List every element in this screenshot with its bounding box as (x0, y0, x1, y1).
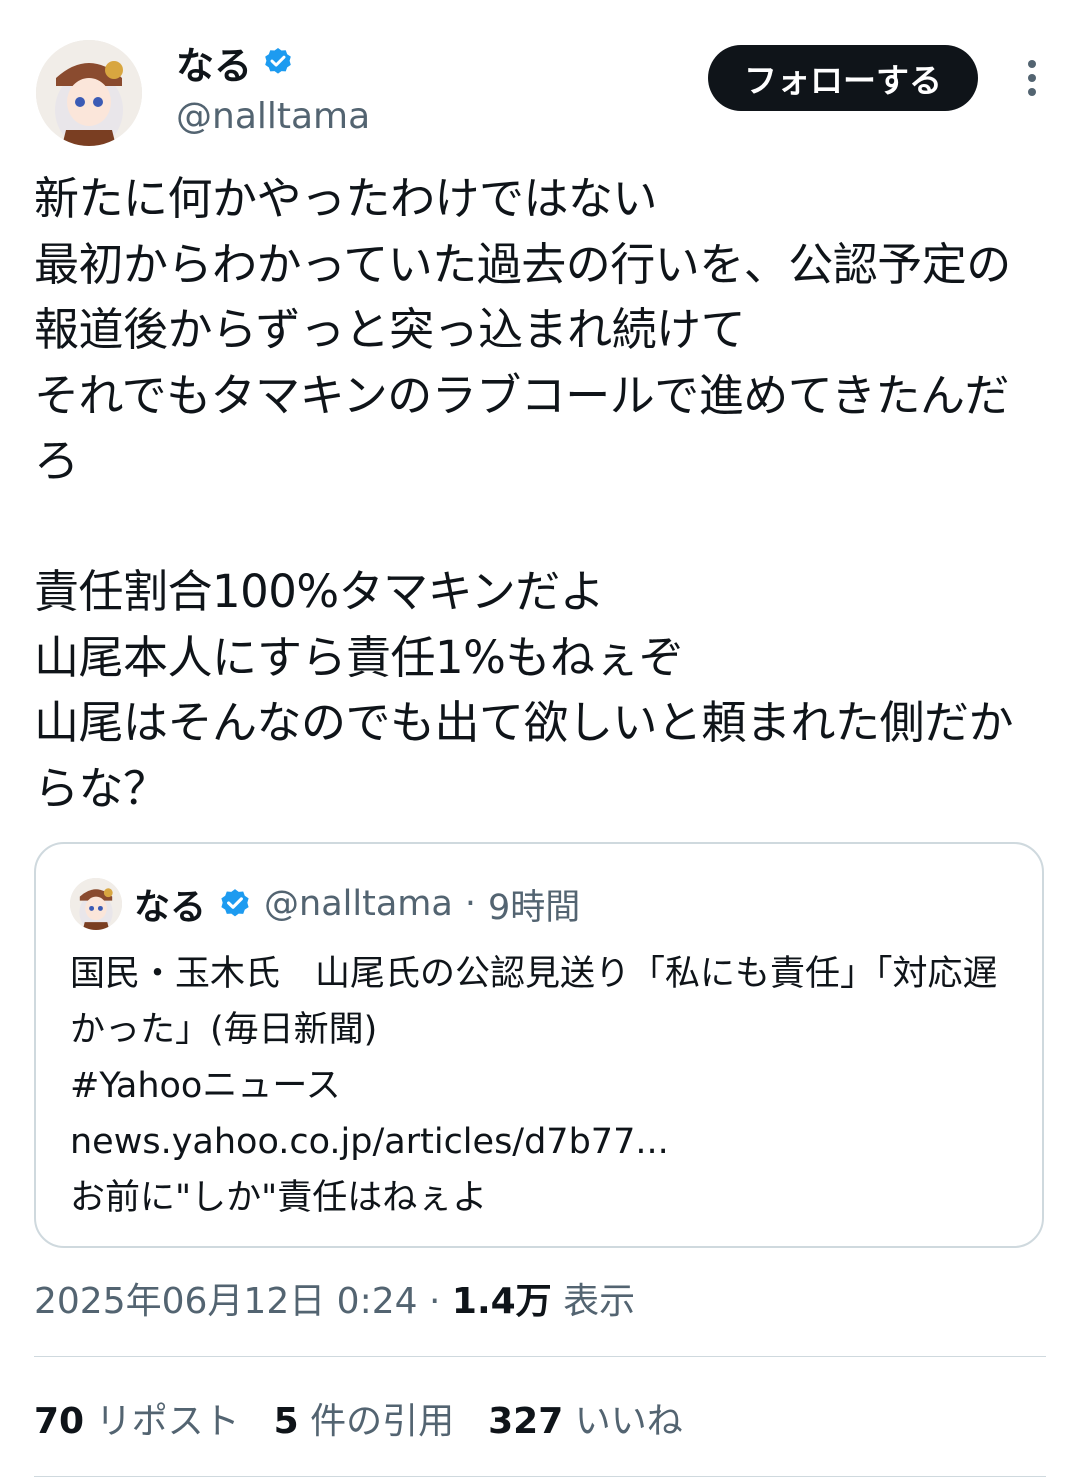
quoted-tweet-header: なる @nalltama · 9時間 (70, 878, 580, 930)
likes-count: 327 (488, 1401, 564, 1442)
views-count: 1.4万 (451, 1281, 552, 1322)
reposts-stat[interactable]: 70 リポスト (34, 1392, 240, 1444)
quoted-verified-badge-icon (221, 889, 249, 917)
engagement-stats: 70 リポスト 5 件の引用 327 いいね (34, 1392, 683, 1444)
tweet-datetime[interactable]: 2025年06月12日 0:24 (34, 1281, 418, 1322)
tweet-text: 新たに何かやったわけではない 最初からわかっていた過去の行いを、公認予定の報道後… (34, 172, 1014, 815)
divider-bottom (34, 1476, 1046, 1477)
quotes-label: 件の引用 (310, 1401, 455, 1442)
quotes-stat[interactable]: 5 件の引用 (274, 1392, 455, 1444)
quoted-avatar (70, 878, 122, 930)
reposts-count: 70 (34, 1401, 85, 1442)
quoted-separator: · (464, 884, 476, 924)
avatar-illustration (36, 40, 142, 146)
display-name-row[interactable]: なる (176, 40, 370, 88)
divider (34, 1356, 1046, 1357)
tweet-header: なる @nalltama フォローする (36, 40, 1044, 146)
more-options-icon[interactable] (1026, 58, 1038, 98)
display-name: なる (176, 43, 253, 88)
quotes-count: 5 (273, 1401, 299, 1442)
quoted-tweet-text: 国民・玉木氏 山尾氏の公認見送り「私にも責任」「対応遅かった」(毎日新聞) #Y… (70, 954, 998, 1218)
meta-separator: · (428, 1281, 441, 1322)
reposts-label: リポスト (95, 1401, 240, 1442)
quoted-display-name: なる (134, 887, 207, 928)
follow-button[interactable]: フォローする (708, 45, 978, 111)
quoted-tweet[interactable]: なる @nalltama · 9時間 国民・玉木氏 山尾氏の公認見送り「私にも責… (34, 842, 1044, 1248)
likes-label: いいね (574, 1401, 683, 1442)
quoted-handle: @nalltama (264, 884, 453, 924)
quoted-time: 9時間 (487, 887, 581, 928)
views-label: 表示 (563, 1281, 636, 1322)
handle[interactable]: @nalltama (176, 96, 370, 137)
avatar[interactable] (36, 40, 142, 146)
verified-badge-icon (265, 48, 291, 74)
likes-stat[interactable]: 327 いいね (488, 1392, 683, 1444)
author-info: なる @nalltama (176, 40, 370, 138)
quoted-avatar-illustration (70, 878, 122, 930)
tweet-meta: 2025年06月12日 0:24 · 1.4万 表示 (34, 1272, 635, 1324)
